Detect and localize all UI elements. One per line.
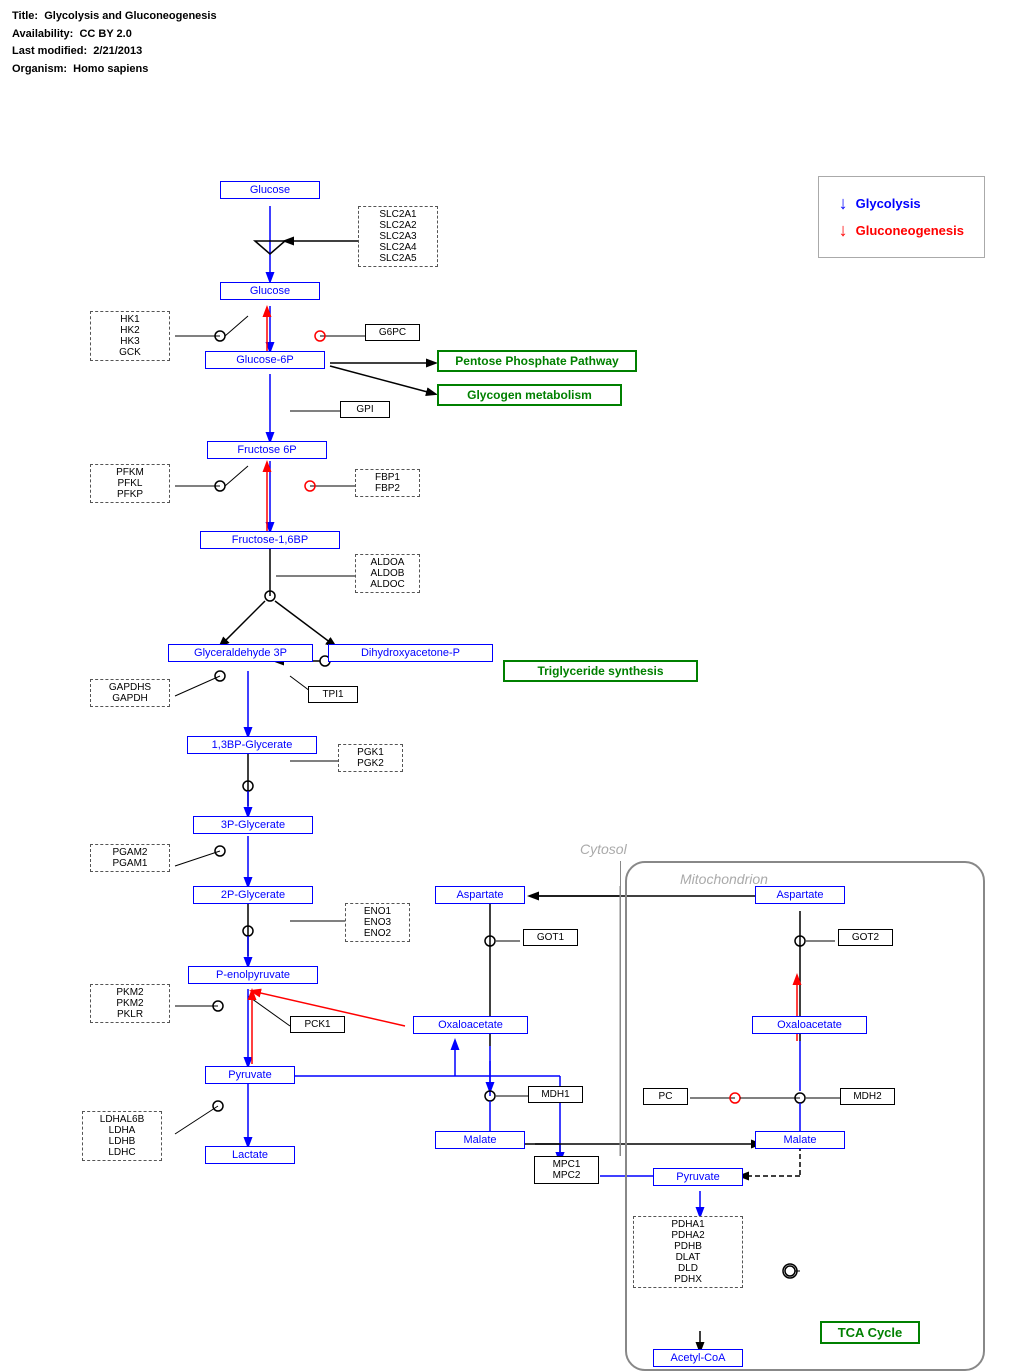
malate-mit-node[interactable]: Malate	[755, 1131, 845, 1149]
pfk-enzyme-box: PFKM PFKL PFKP	[90, 464, 170, 503]
p2glycerate-node[interactable]: 2P-Glycerate	[193, 886, 313, 904]
glycolysis-legend: ↓ Glycolysis	[839, 193, 964, 214]
gapdh-enzyme-box: GAPDHS GAPDH	[90, 679, 170, 707]
diagram-area: ↓ Glycolysis ↓ Gluconeogenesis Glucose S…	[0, 86, 1015, 1366]
organism-value: Homo sapiens	[73, 63, 148, 75]
pgam-enzyme-box: PGAM2 PGAM1	[90, 844, 170, 872]
pdh-circle-icon	[780, 1261, 800, 1281]
lastmod-value: 2/21/2013	[93, 45, 142, 57]
pck1-enzyme-box: PCK1	[290, 1016, 345, 1033]
gluconeogenesis-label: Gluconeogenesis	[856, 223, 964, 238]
mdh2-enzyme-box: MDH2	[840, 1088, 895, 1105]
legend: ↓ Glycolysis ↓ Gluconeogenesis	[818, 176, 985, 258]
cytosol-separator	[620, 861, 621, 1156]
bp13glycerate-node[interactable]: 1,3BP-Glycerate	[187, 736, 317, 754]
pc-enzyme-box: PC	[643, 1088, 688, 1105]
glucose6p-node[interactable]: Glucose-6P	[205, 351, 325, 369]
aspartate-cyt-node[interactable]: Aspartate	[435, 886, 525, 904]
glycolysis-arrow: ↓	[839, 193, 848, 214]
pentose-pathway-node[interactable]: Pentose Phosphate Pathway	[437, 350, 637, 372]
glycolysis-label: Glycolysis	[856, 196, 921, 211]
acetylcoa-node[interactable]: Acetyl-CoA	[653, 1349, 743, 1367]
glucose-top-node[interactable]: Glucose	[220, 181, 320, 199]
glyceraldehyde3p-node[interactable]: Glyceraldehyde 3P	[168, 644, 313, 662]
header: Title: Glycolysis and Gluconeogenesis Av…	[0, 0, 1015, 86]
malate-cyt-node[interactable]: Malate	[435, 1131, 525, 1149]
hk-enzyme-box: HK1 HK2 HK3 GCK	[90, 311, 170, 361]
lactate-node[interactable]: Lactate	[205, 1146, 295, 1164]
dhap-node[interactable]: Dihydroxyacetone-P	[328, 644, 493, 662]
organism-label: Organism:	[12, 63, 67, 75]
mitochondrion-label: Mitochondrion	[680, 871, 768, 887]
fructose16bp-node[interactable]: Fructose-1,6BP	[200, 531, 340, 549]
slc-enzyme-box: SLC2A1 SLC2A2 SLC2A3 SLC2A4 SLC2A5	[358, 206, 438, 267]
mpc-enzyme-box: MPC1 MPC2	[534, 1156, 599, 1184]
fructose6p-node[interactable]: Fructose 6P	[207, 441, 327, 459]
pkm-enzyme-box: PKM2 PKM2 PKLR	[90, 984, 170, 1023]
triglyceride-node[interactable]: Triglyceride synthesis	[503, 660, 698, 682]
glucose-mid-node[interactable]: Glucose	[220, 282, 320, 300]
pgk-enzyme-box: PGK1 PGK2	[338, 744, 403, 772]
eno-enzyme-box: ENO1 ENO3 ENO2	[345, 903, 410, 942]
title-label: Title:	[12, 10, 38, 22]
mdh1-enzyme-box: MDH1	[528, 1086, 583, 1103]
title-value: Glycolysis and Gluconeogenesis	[44, 10, 216, 22]
availability-value: CC BY 2.0	[79, 28, 131, 40]
cytosol-label: Cytosol	[580, 841, 627, 857]
mitochondrion-box	[625, 861, 985, 1371]
oxaloacetate-cyt-node[interactable]: Oxaloacetate	[413, 1016, 528, 1034]
gluconeogenesis-legend: ↓ Gluconeogenesis	[839, 220, 964, 241]
gluconeogenesis-arrow: ↓	[839, 220, 848, 241]
p3glycerate-node[interactable]: 3P-Glycerate	[193, 816, 313, 834]
got1-enzyme-box: GOT1	[523, 929, 578, 946]
aldo-enzyme-box: ALDOA ALDOB ALDOC	[355, 554, 420, 593]
penolpyruvate-node[interactable]: P-enolpyruvate	[188, 966, 318, 984]
pyruvate-mit-node[interactable]: Pyruvate	[653, 1168, 743, 1186]
glycogen-node[interactable]: Glycogen metabolism	[437, 384, 622, 406]
availability-label: Availability:	[12, 28, 73, 40]
got2-enzyme-box: GOT2	[838, 929, 893, 946]
tpi1-enzyme-box: TPI1	[308, 686, 358, 703]
ldh-enzyme-box: LDHAL6B LDHA LDHB LDHC	[82, 1111, 162, 1161]
aspartate-mit-node[interactable]: Aspartate	[755, 886, 845, 904]
fbp-enzyme-box: FBP1 FBP2	[355, 469, 420, 497]
gpi-enzyme-box: GPI	[340, 401, 390, 418]
pdh-enzyme-box: PDHA1 PDHA2 PDHB DLAT DLD PDHX	[633, 1216, 743, 1288]
lastmod-label: Last modified:	[12, 45, 87, 57]
pyruvate-cyt-node[interactable]: Pyruvate	[205, 1066, 295, 1084]
oxaloacetate-mit-node[interactable]: Oxaloacetate	[752, 1016, 867, 1034]
g6pc-enzyme-box: G6PC	[365, 324, 420, 341]
